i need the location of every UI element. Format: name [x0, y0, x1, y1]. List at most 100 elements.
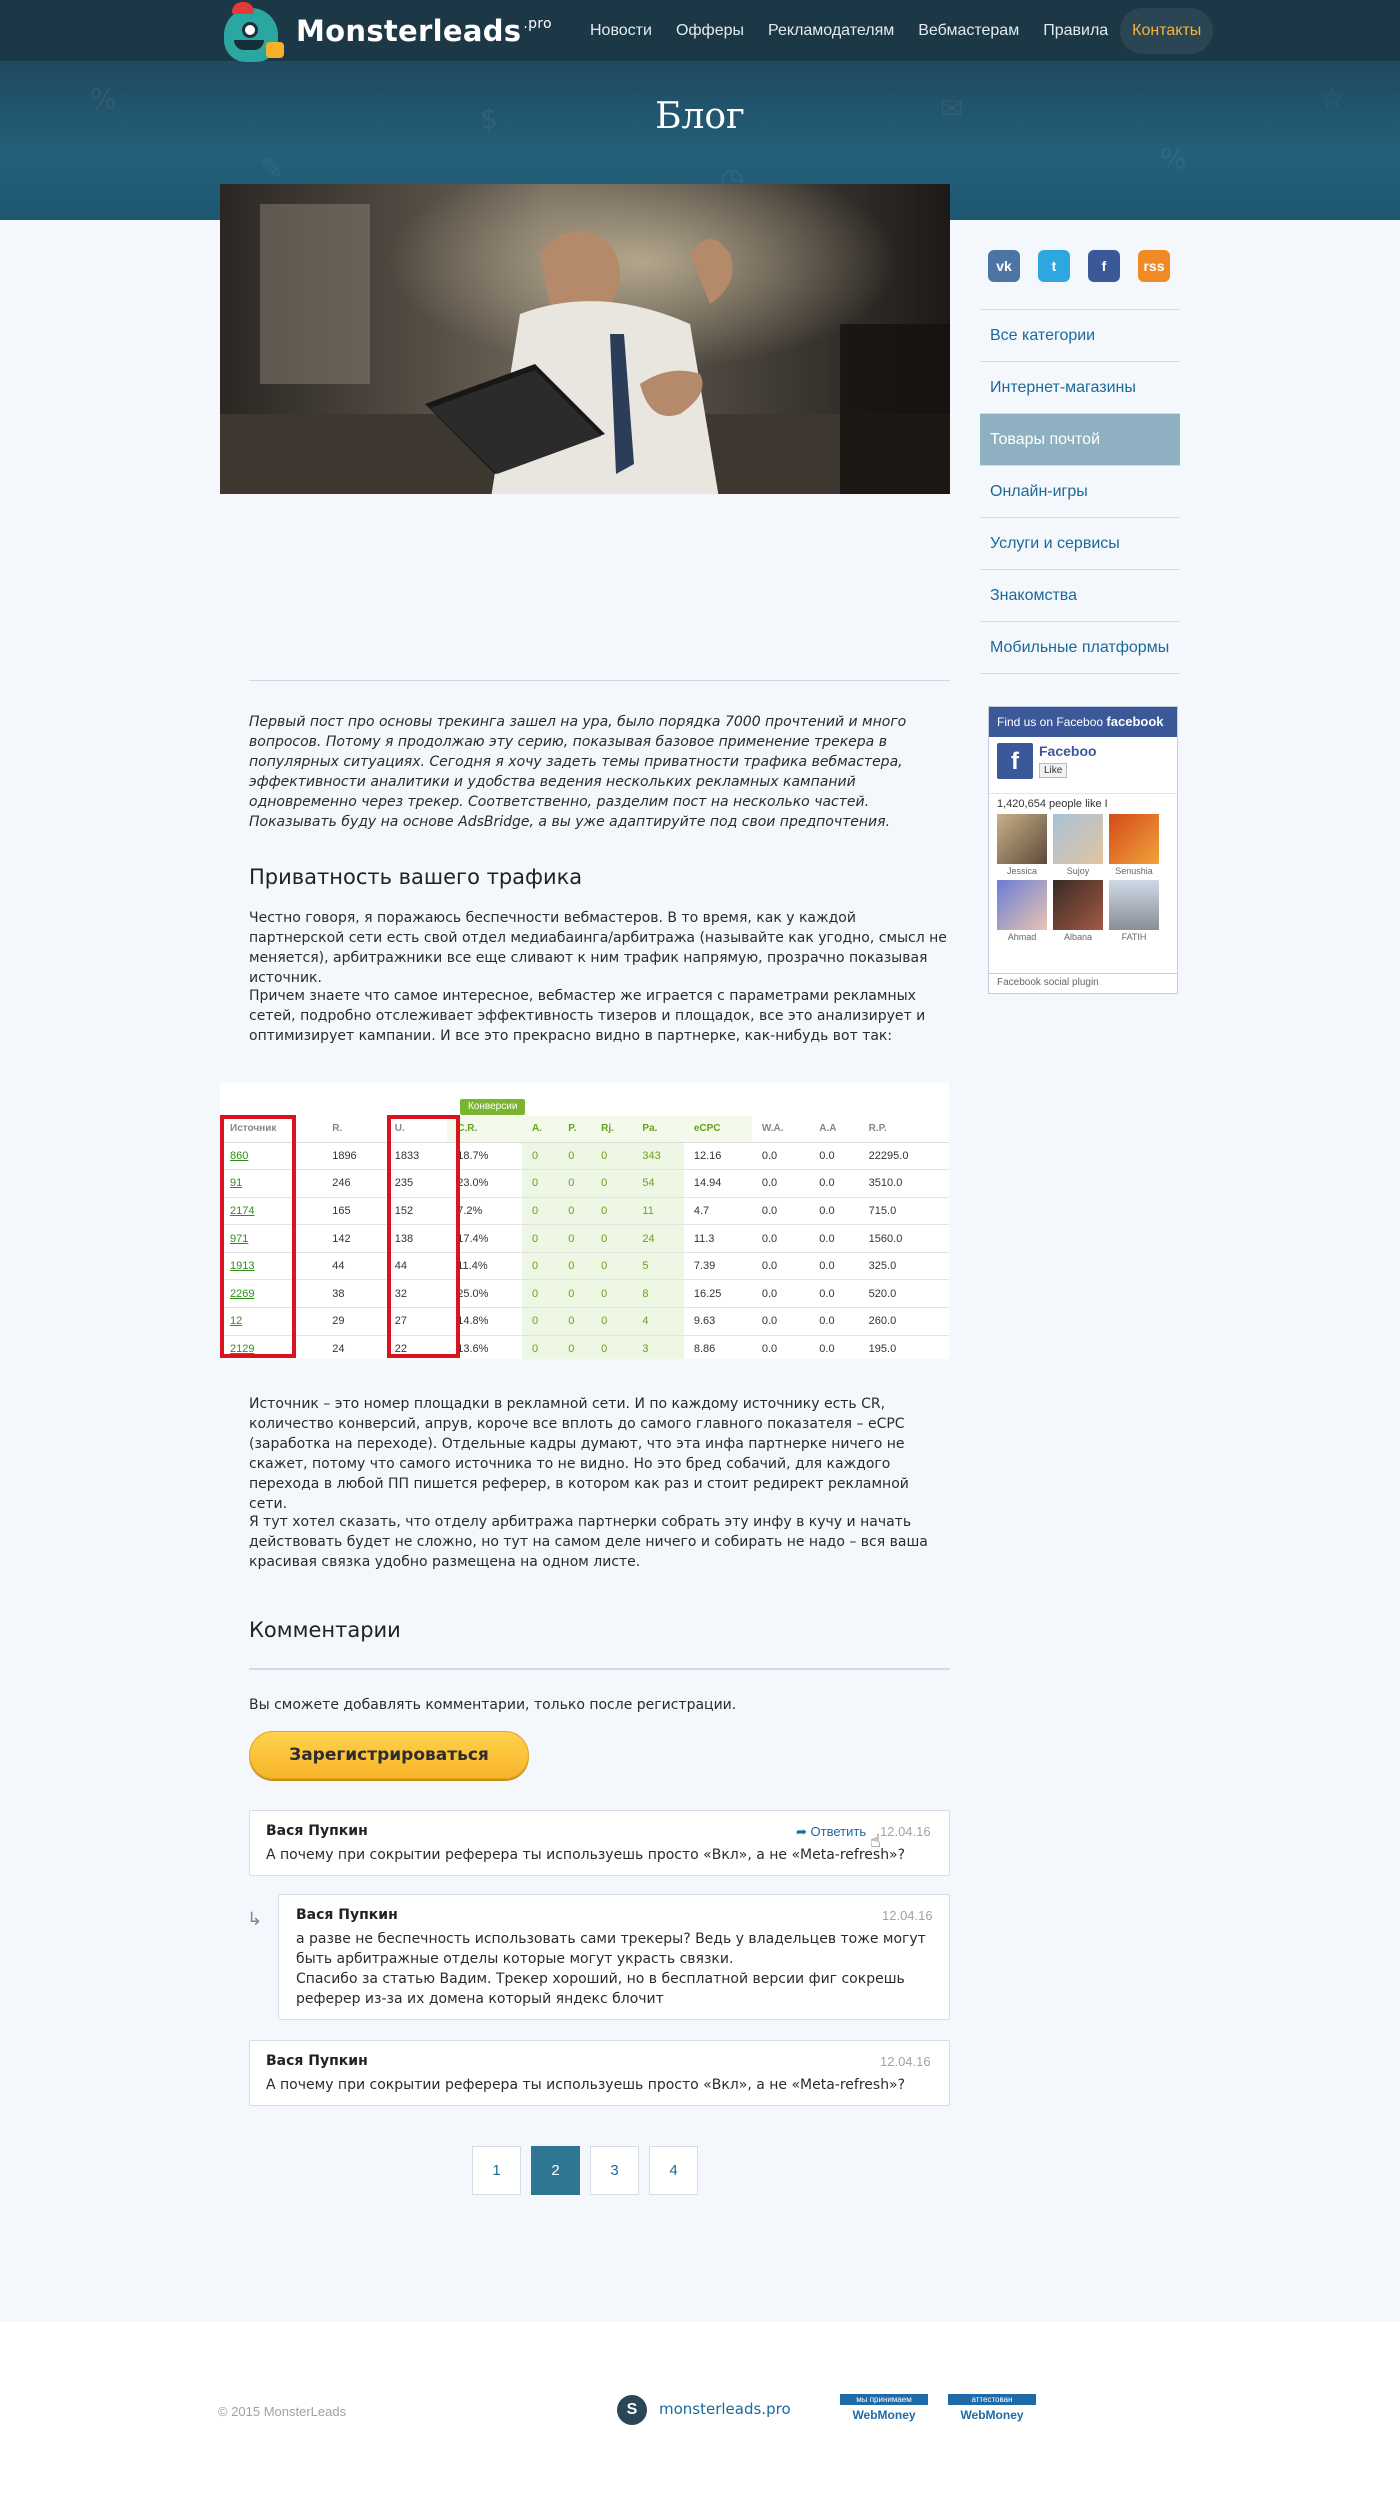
register-button[interactable]: Зарегистрироваться	[249, 1731, 529, 1779]
table-cell: 3	[632, 1335, 684, 1359]
table-cell: 7.39	[683, 1252, 752, 1281]
fb-faces: Jessica Sujoy Senushia Ahmad Albana FATI…	[989, 814, 1177, 946]
category-mail-order[interactable]: Товары почтой	[980, 414, 1180, 466]
nav-contacts[interactable]: Контакты	[1120, 8, 1214, 54]
table-header-cell[interactable]: W.A.	[751, 1116, 810, 1143]
nav-webmasters[interactable]: Вебмастерам	[906, 8, 1031, 54]
page-4[interactable]: 4	[649, 2146, 698, 2195]
article-paragraph: Честно говоря, я поражаюсь беспечности в…	[249, 910, 947, 986]
fb-face[interactable]: FATIH	[1109, 880, 1159, 942]
table-cell: 246	[322, 1169, 385, 1198]
table-cell: 8	[632, 1279, 684, 1309]
category-online-stores[interactable]: Интернет-магазины	[980, 362, 1180, 414]
table-cell: 14.94	[683, 1169, 752, 1198]
table-cell: 0.0	[809, 1142, 859, 1171]
fb-face[interactable]: Senushia	[1109, 814, 1159, 876]
table-cell: 715.0	[858, 1197, 949, 1226]
table-cell: 0	[521, 1224, 559, 1253]
table-cell: 4	[632, 1307, 684, 1336]
table-header-cell[interactable]: A.	[521, 1116, 559, 1143]
comment-reply: Вася Пупкин 12.04.16 а разве не беспечно…	[278, 1894, 950, 2020]
table-cell: 0	[521, 1142, 559, 1171]
comment: Вася Пупкин ➦ Ответить 12.04.16 А почему…	[249, 1810, 950, 1876]
table-cell: 0.0	[751, 1169, 810, 1198]
fb-widget-header: Find us on Faceboo facebook	[989, 707, 1177, 737]
table-cell: 0	[558, 1335, 592, 1359]
table-header-cell[interactable]: eCPC	[683, 1116, 752, 1143]
facebook-icon[interactable]: f	[1088, 250, 1120, 282]
table-header-cell[interactable]: Pa.	[632, 1116, 684, 1143]
twitter-icon[interactable]: t	[1038, 250, 1070, 282]
reply-button[interactable]: ➦ Ответить	[796, 1824, 866, 1840]
vk-icon[interactable]: vk	[988, 250, 1020, 282]
table-row: 2174 165 152 7.2% 0 0 0 11 4.7 0.0 0.0 715.0	[220, 1197, 949, 1226]
fb-like-count: 1,420,654 people like I	[989, 793, 1177, 814]
fb-face[interactable]: Ahmad	[997, 880, 1047, 942]
table-cell: 0	[558, 1279, 592, 1309]
category-mobile[interactable]: Мобильные платформы	[980, 622, 1180, 674]
nav-rules[interactable]: Правила	[1031, 8, 1120, 54]
page-2[interactable]: 2	[531, 2146, 580, 2195]
table-cell: 142	[322, 1224, 385, 1253]
fb-page-name[interactable]: Faceboo	[1039, 743, 1097, 759]
table-cell: 0	[558, 1142, 592, 1171]
category-dating[interactable]: Знакомства	[980, 570, 1180, 622]
table-cell: 54	[632, 1169, 684, 1198]
category-services[interactable]: Услуги и сервисы	[980, 518, 1180, 570]
comment-text: А почему при сокрытии реферера ты исполь…	[266, 1847, 906, 1863]
comment-author[interactable]: Вася Пупкин	[266, 2053, 368, 2069]
comment-author[interactable]: Вася Пупкин	[296, 1907, 398, 1923]
table-row: 91 246 235 23.0% 0 0 0 54 14.94 0.0 0.0 3510.0	[220, 1169, 949, 1198]
nav-news[interactable]: Новости	[578, 8, 664, 54]
table-header-cell[interactable]: R.	[322, 1116, 385, 1143]
table-cell: 3510.0	[858, 1169, 949, 1198]
table-row: 1913 44 44 11.4% 0 0 0 5 7.39 0.0 0.0 325.0	[220, 1252, 949, 1281]
nav-offers[interactable]: Офферы	[664, 8, 756, 54]
page-1[interactable]: 1	[472, 2146, 521, 2195]
page-3[interactable]: 3	[590, 2146, 639, 2195]
category-online-games[interactable]: Онлайн-игры	[980, 466, 1180, 518]
table-cell: 0	[591, 1335, 633, 1359]
table-cell: 0.0	[751, 1142, 810, 1171]
nav-advertisers[interactable]: Рекламодателям	[756, 8, 906, 54]
fb-like-button[interactable]: Like	[1039, 763, 1068, 778]
table-cell: 0	[591, 1197, 633, 1226]
comment-date: 12.04.16	[882, 1908, 933, 1923]
table-cell: 0.0	[809, 1307, 859, 1336]
table-cell: 0.0	[751, 1197, 810, 1226]
category-all[interactable]: Все категории	[980, 310, 1180, 362]
table-cell: 38	[322, 1279, 385, 1309]
site-link[interactable]: monsterleads.pro	[659, 2400, 791, 2418]
table-cell: 0.0	[809, 1197, 859, 1226]
comment: Вася Пупкин 12.04.16 А почему при сокрыт…	[249, 2040, 950, 2106]
logo[interactable]: Monsterleads .pro	[218, 0, 552, 62]
table-header-cell[interactable]: Rj.	[591, 1116, 633, 1143]
table-header-cell[interactable]: R.P.	[858, 1116, 949, 1143]
table-header-cell[interactable]: A.A	[809, 1116, 859, 1143]
logo-text: Monsterleads .pro	[296, 14, 552, 48]
rss-icon[interactable]: rss	[1138, 250, 1170, 282]
table-cell: 0.0	[751, 1224, 810, 1253]
fb-face[interactable]: Jessica	[997, 814, 1047, 876]
comment-date: 12.04.16	[880, 2054, 931, 2069]
page-title: Блог	[655, 96, 745, 137]
webmoney-attested-badge[interactable]: аттестован WebMoney	[948, 2394, 1036, 2426]
table-cell: 343	[632, 1142, 684, 1171]
table-header-cell[interactable]: P.	[558, 1116, 592, 1143]
table-cell: 0	[591, 1169, 633, 1198]
table-cell: 0.0	[751, 1252, 810, 1281]
comment-author[interactable]: Вася Пупкин	[266, 1823, 368, 1839]
skype-icon[interactable]: S	[617, 2395, 647, 2425]
table-cell: 0	[591, 1279, 633, 1309]
table-cell: 0	[521, 1197, 559, 1226]
table-cell: 29	[322, 1307, 385, 1336]
table-cell: 12.16	[683, 1142, 752, 1171]
fb-face[interactable]: Sujoy	[1053, 814, 1103, 876]
comment-date: 12.04.16	[880, 1824, 931, 1839]
webmoney-accept-badge[interactable]: мы принимаем WebMoney	[840, 2394, 928, 2426]
fb-face[interactable]: Albana	[1053, 880, 1103, 942]
table-cell: 0.0	[809, 1224, 859, 1253]
table-cell: 0.0	[751, 1335, 810, 1359]
table-cell: 0	[591, 1142, 633, 1171]
article-intro: Первый пост про основы трекинга зашел на…	[249, 714, 907, 830]
